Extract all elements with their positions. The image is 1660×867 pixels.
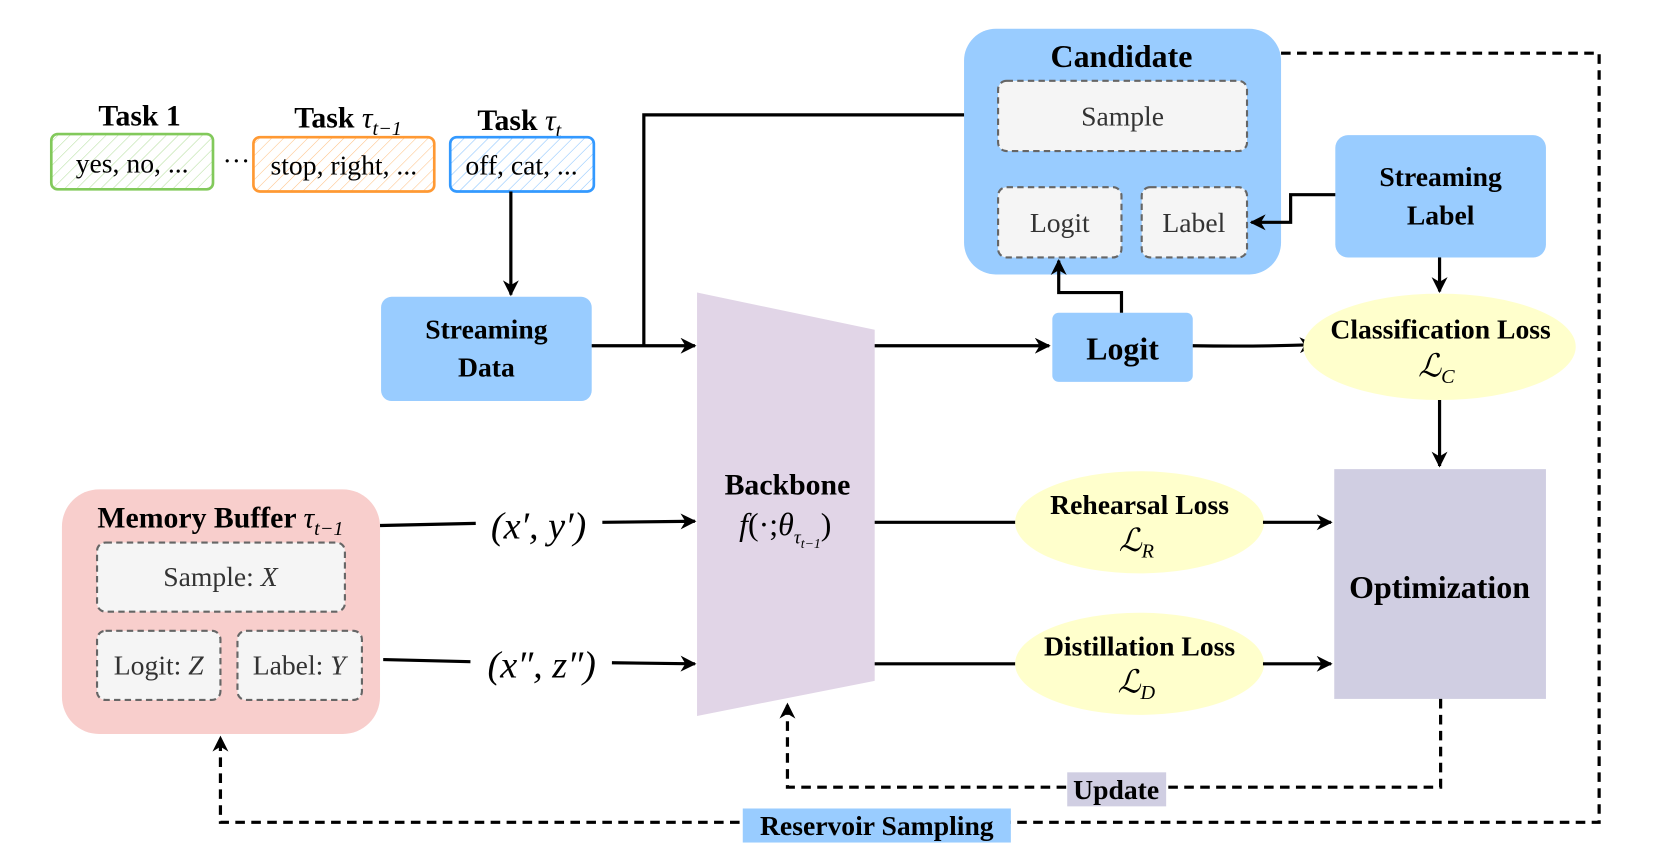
classification-loss-label: Classification Loss	[1330, 313, 1551, 344]
task-prev-title: Task τt−1	[294, 102, 402, 140]
task-current: Task τt off, cat, ...	[448, 104, 596, 193]
arrow-pair2-to-backbone	[611, 655, 697, 672]
update-label: Update	[1073, 774, 1159, 805]
task-prev: Task τt−1 stop, right, ...	[252, 102, 436, 193]
backbone-title: Backbone	[725, 469, 851, 502]
line-buffer-pair2	[383, 657, 471, 664]
candidate-label-label: Label	[1162, 207, 1225, 238]
task-current-words: off, cat, ...	[465, 149, 577, 180]
continual-learning-diagram: Task 1 yes, no, ... ··· Task τt−1 stop, …	[49, 28, 1601, 843]
candidate-title: Candidate	[1051, 39, 1193, 74]
classification-loss-ellipse	[1303, 293, 1576, 400]
arrow-data-to-candidate	[642, 106, 995, 346]
memory-logit-label: Logit: Z	[114, 649, 204, 680]
memory-label-label: Label: Y	[253, 649, 349, 680]
streaming-label-title-2: Label	[1407, 199, 1475, 230]
ellipsis: ···	[223, 145, 251, 176]
streaming-data-label-2: Data	[458, 352, 515, 383]
streaming-label-box	[1335, 135, 1546, 258]
rehearsal-loss-label: Rehearsal Loss	[1050, 489, 1229, 520]
task-1: Task 1 yes, no, ...	[49, 100, 215, 191]
pair-x-y: (x′, y′)	[491, 505, 586, 547]
reservoir-sampling-label: Reservoir Sampling	[760, 810, 994, 841]
arrow-logit-to-classloss	[1192, 337, 1316, 354]
task-prev-words: stop, right, ...	[271, 149, 418, 180]
line-buffer-pair1	[379, 521, 476, 528]
pair-x-z: (x″, z″)	[487, 645, 595, 687]
memory-buffer-title: Memory Buffer τt−1	[97, 502, 343, 540]
arrow-pair1-to-backbone	[602, 513, 697, 530]
memory-sample-label: Sample: X	[163, 561, 279, 592]
task-1-title: Task 1	[98, 100, 180, 133]
streaming-label-title: Streaming	[1379, 161, 1502, 192]
candidate-sample-label: Sample	[1081, 101, 1164, 132]
candidate-logit-label: Logit	[1030, 207, 1090, 238]
logit-label: Logit	[1086, 332, 1159, 367]
task-1-words: yes, no, ...	[76, 147, 189, 178]
backbone-shape	[697, 292, 875, 716]
optimization-label: Optimization	[1349, 570, 1530, 605]
streaming-data-label: Streaming	[425, 313, 548, 344]
distillation-loss-label: Distillation Loss	[1044, 630, 1235, 661]
